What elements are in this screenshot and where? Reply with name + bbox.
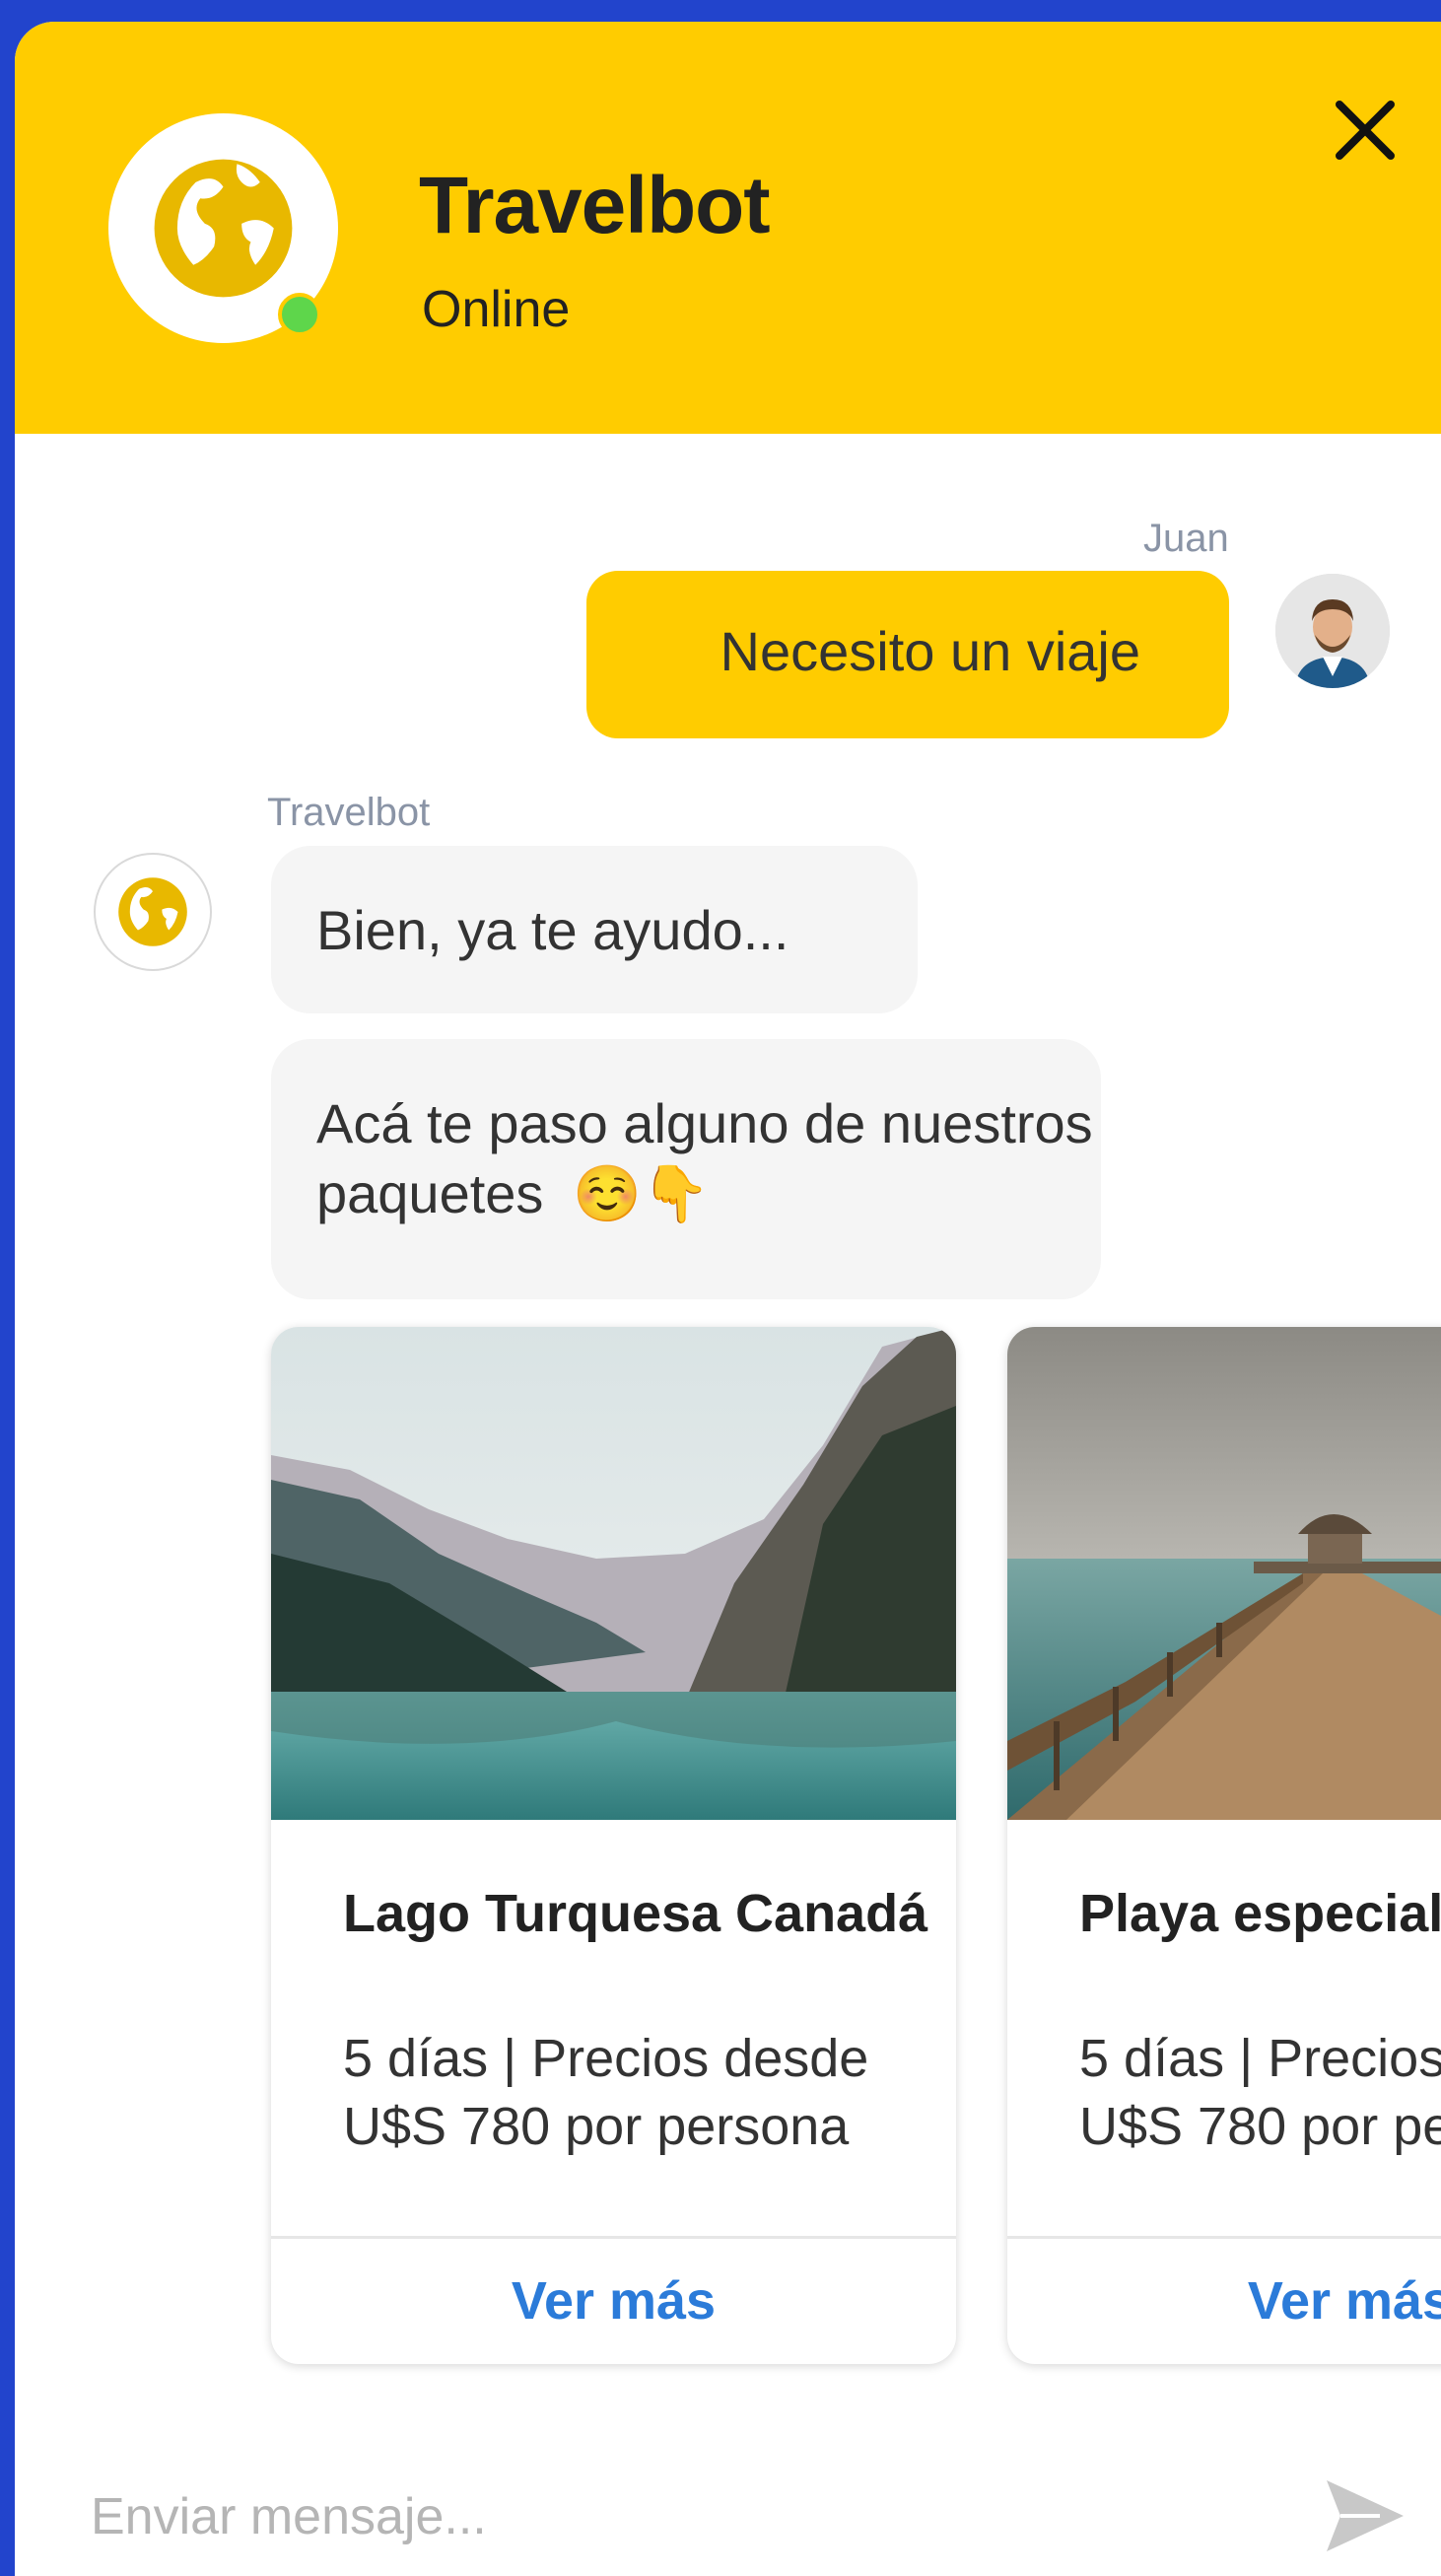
bot-status: Online <box>422 281 571 338</box>
mountain-lake-image <box>271 1327 956 1820</box>
close-button[interactable] <box>1326 91 1405 170</box>
message-composer <box>15 2457 1441 2576</box>
message-input[interactable] <box>89 2457 1275 2576</box>
bot-name: Travelbot <box>419 161 771 250</box>
online-status-dot <box>278 293 321 336</box>
user-sender-label: Juan <box>1143 517 1229 560</box>
ver-mas-button[interactable]: Ver más <box>271 2239 956 2364</box>
card-title: Playa especial Bali <box>1079 1884 1441 1943</box>
globe-icon <box>118 877 187 946</box>
card-description: 5 días | Precios desde U$S 780 por perso… <box>343 2029 869 2157</box>
user-avatar <box>1275 574 1390 688</box>
chat-widget: Travelbot Online Juan Necesito un viaje … <box>15 22 1441 2576</box>
bot-message-bubble: Acá te paso alguno de nuestros paquetes … <box>271 1039 1101 1299</box>
bot-avatar-small <box>94 853 212 971</box>
bot-sender-label: Travelbot <box>267 791 431 834</box>
card-title: Lago Turquesa Canadá <box>343 1884 928 1943</box>
emoji: ☺️👇 <box>573 1162 711 1225</box>
chat-header: Travelbot Online <box>15 22 1441 434</box>
package-card: Playa especial Bali 5 días | Precios des… <box>1007 1327 1441 2364</box>
card-description: 5 días | Precios desde U$S 780 por perso… <box>1079 2029 1441 2157</box>
ver-mas-button[interactable]: Ver más <box>1007 2239 1441 2364</box>
send-button[interactable] <box>1321 2474 1409 2557</box>
close-icon <box>1336 101 1395 160</box>
send-icon <box>1327 2480 1404 2551</box>
package-card: Lago Turquesa Canadá 5 días | Precios de… <box>271 1327 956 2364</box>
user-message-bubble: Necesito un viaje <box>586 571 1229 738</box>
bot-message-bubble: Bien, ya te ayudo... <box>271 846 918 1013</box>
beach-pier-image <box>1007 1327 1441 1820</box>
